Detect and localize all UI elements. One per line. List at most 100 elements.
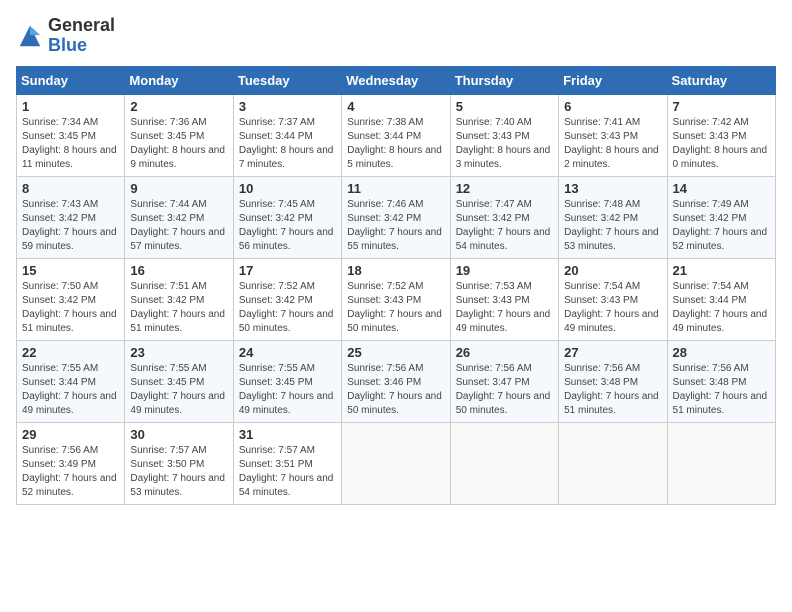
calendar-week-row: 15 Sunrise: 7:50 AM Sunset: 3:42 PM Dayl… bbox=[17, 258, 776, 340]
day-number: 17 bbox=[239, 263, 336, 278]
day-info: Sunrise: 7:51 AM Sunset: 3:42 PM Dayligh… bbox=[130, 280, 227, 336]
sunset-label: Sunset: 3:48 PM bbox=[564, 377, 638, 388]
day-number: 15 bbox=[22, 263, 119, 278]
sunset-label: Sunset: 3:44 PM bbox=[239, 131, 313, 142]
sunset-label: Sunset: 3:48 PM bbox=[673, 377, 747, 388]
daylight-label: Daylight: 8 hours and 9 minutes. bbox=[130, 145, 225, 170]
sunrise-label: Sunrise: 7:56 AM bbox=[456, 363, 532, 374]
sunrise-label: Sunrise: 7:45 AM bbox=[239, 199, 315, 210]
sunrise-label: Sunrise: 7:44 AM bbox=[130, 199, 206, 210]
calendar-day-cell: 8 Sunrise: 7:43 AM Sunset: 3:42 PM Dayli… bbox=[17, 176, 125, 258]
daylight-label: Daylight: 7 hours and 51 minutes. bbox=[564, 391, 659, 416]
calendar-day-cell: 5 Sunrise: 7:40 AM Sunset: 3:43 PM Dayli… bbox=[450, 94, 558, 176]
sunrise-label: Sunrise: 7:38 AM bbox=[347, 117, 423, 128]
sunrise-label: Sunrise: 7:34 AM bbox=[22, 117, 98, 128]
day-number: 1 bbox=[22, 99, 119, 114]
daylight-label: Daylight: 7 hours and 55 minutes. bbox=[347, 227, 442, 252]
sunset-label: Sunset: 3:42 PM bbox=[239, 213, 313, 224]
day-info: Sunrise: 7:56 AM Sunset: 3:48 PM Dayligh… bbox=[564, 362, 661, 418]
day-info: Sunrise: 7:52 AM Sunset: 3:42 PM Dayligh… bbox=[239, 280, 336, 336]
weekday-header-cell: Thursday bbox=[450, 66, 558, 94]
sunrise-label: Sunrise: 7:48 AM bbox=[564, 199, 640, 210]
day-number: 8 bbox=[22, 181, 119, 196]
day-info: Sunrise: 7:50 AM Sunset: 3:42 PM Dayligh… bbox=[22, 280, 119, 336]
sunset-label: Sunset: 3:42 PM bbox=[239, 295, 313, 306]
daylight-label: Daylight: 7 hours and 50 minutes. bbox=[347, 309, 442, 334]
sunset-label: Sunset: 3:44 PM bbox=[347, 131, 421, 142]
day-number: 4 bbox=[347, 99, 444, 114]
day-info: Sunrise: 7:47 AM Sunset: 3:42 PM Dayligh… bbox=[456, 198, 553, 254]
sunrise-label: Sunrise: 7:56 AM bbox=[347, 363, 423, 374]
day-number: 13 bbox=[564, 181, 661, 196]
daylight-label: Daylight: 8 hours and 2 minutes. bbox=[564, 145, 659, 170]
day-info: Sunrise: 7:41 AM Sunset: 3:43 PM Dayligh… bbox=[564, 116, 661, 172]
calendar-day-cell: 16 Sunrise: 7:51 AM Sunset: 3:42 PM Dayl… bbox=[125, 258, 233, 340]
daylight-label: Daylight: 8 hours and 7 minutes. bbox=[239, 145, 334, 170]
day-info: Sunrise: 7:45 AM Sunset: 3:42 PM Dayligh… bbox=[239, 198, 336, 254]
day-number: 30 bbox=[130, 427, 227, 442]
daylight-label: Daylight: 8 hours and 5 minutes. bbox=[347, 145, 442, 170]
daylight-label: Daylight: 7 hours and 54 minutes. bbox=[456, 227, 551, 252]
day-info: Sunrise: 7:36 AM Sunset: 3:45 PM Dayligh… bbox=[130, 116, 227, 172]
sunset-label: Sunset: 3:45 PM bbox=[130, 377, 204, 388]
sunrise-label: Sunrise: 7:52 AM bbox=[347, 281, 423, 292]
sunset-label: Sunset: 3:47 PM bbox=[456, 377, 530, 388]
logo-icon bbox=[16, 22, 44, 50]
calendar-day-cell: 14 Sunrise: 7:49 AM Sunset: 3:42 PM Dayl… bbox=[667, 176, 775, 258]
day-number: 9 bbox=[130, 181, 227, 196]
day-info: Sunrise: 7:42 AM Sunset: 3:43 PM Dayligh… bbox=[673, 116, 770, 172]
calendar-day-cell: 19 Sunrise: 7:53 AM Sunset: 3:43 PM Dayl… bbox=[450, 258, 558, 340]
day-info: Sunrise: 7:55 AM Sunset: 3:45 PM Dayligh… bbox=[239, 362, 336, 418]
daylight-label: Daylight: 7 hours and 51 minutes. bbox=[130, 309, 225, 334]
sunset-label: Sunset: 3:50 PM bbox=[130, 459, 204, 470]
sunset-label: Sunset: 3:43 PM bbox=[347, 295, 421, 306]
sunset-label: Sunset: 3:43 PM bbox=[456, 131, 530, 142]
sunset-label: Sunset: 3:42 PM bbox=[673, 213, 747, 224]
sunset-label: Sunset: 3:42 PM bbox=[456, 213, 530, 224]
calendar-day-cell: 27 Sunrise: 7:56 AM Sunset: 3:48 PM Dayl… bbox=[559, 340, 667, 422]
daylight-label: Daylight: 7 hours and 53 minutes. bbox=[564, 227, 659, 252]
sunset-label: Sunset: 3:43 PM bbox=[564, 131, 638, 142]
sunset-label: Sunset: 3:45 PM bbox=[239, 377, 313, 388]
day-info: Sunrise: 7:56 AM Sunset: 3:48 PM Dayligh… bbox=[673, 362, 770, 418]
calendar-day-cell: 21 Sunrise: 7:54 AM Sunset: 3:44 PM Dayl… bbox=[667, 258, 775, 340]
day-info: Sunrise: 7:54 AM Sunset: 3:43 PM Dayligh… bbox=[564, 280, 661, 336]
daylight-label: Daylight: 7 hours and 49 minutes. bbox=[22, 391, 117, 416]
day-number: 10 bbox=[239, 181, 336, 196]
daylight-label: Daylight: 7 hours and 49 minutes. bbox=[239, 391, 334, 416]
calendar-day-cell: 23 Sunrise: 7:55 AM Sunset: 3:45 PM Dayl… bbox=[125, 340, 233, 422]
sunset-label: Sunset: 3:49 PM bbox=[22, 459, 96, 470]
calendar-day-cell: 1 Sunrise: 7:34 AM Sunset: 3:45 PM Dayli… bbox=[17, 94, 125, 176]
sunset-label: Sunset: 3:42 PM bbox=[130, 213, 204, 224]
day-number: 28 bbox=[673, 345, 770, 360]
daylight-label: Daylight: 7 hours and 49 minutes. bbox=[564, 309, 659, 334]
sunset-label: Sunset: 3:43 PM bbox=[564, 295, 638, 306]
daylight-label: Daylight: 7 hours and 57 minutes. bbox=[130, 227, 225, 252]
weekday-header-cell: Wednesday bbox=[342, 66, 450, 94]
calendar-week-row: 1 Sunrise: 7:34 AM Sunset: 3:45 PM Dayli… bbox=[17, 94, 776, 176]
sunrise-label: Sunrise: 7:56 AM bbox=[564, 363, 640, 374]
sunrise-label: Sunrise: 7:42 AM bbox=[673, 117, 749, 128]
day-number: 14 bbox=[673, 181, 770, 196]
calendar-day-cell: 3 Sunrise: 7:37 AM Sunset: 3:44 PM Dayli… bbox=[233, 94, 341, 176]
day-number: 2 bbox=[130, 99, 227, 114]
calendar-day-cell: 9 Sunrise: 7:44 AM Sunset: 3:42 PM Dayli… bbox=[125, 176, 233, 258]
day-number: 5 bbox=[456, 99, 553, 114]
calendar-day-cell: 15 Sunrise: 7:50 AM Sunset: 3:42 PM Dayl… bbox=[17, 258, 125, 340]
day-number: 31 bbox=[239, 427, 336, 442]
sunrise-label: Sunrise: 7:54 AM bbox=[564, 281, 640, 292]
sunrise-label: Sunrise: 7:56 AM bbox=[22, 445, 98, 456]
day-info: Sunrise: 7:46 AM Sunset: 3:42 PM Dayligh… bbox=[347, 198, 444, 254]
daylight-label: Daylight: 7 hours and 52 minutes. bbox=[22, 473, 117, 498]
sunrise-label: Sunrise: 7:51 AM bbox=[130, 281, 206, 292]
day-number: 22 bbox=[22, 345, 119, 360]
day-info: Sunrise: 7:44 AM Sunset: 3:42 PM Dayligh… bbox=[130, 198, 227, 254]
calendar-day-cell: 30 Sunrise: 7:57 AM Sunset: 3:50 PM Dayl… bbox=[125, 422, 233, 504]
calendar-day-cell: 20 Sunrise: 7:54 AM Sunset: 3:43 PM Dayl… bbox=[559, 258, 667, 340]
sunset-label: Sunset: 3:43 PM bbox=[673, 131, 747, 142]
calendar-day-cell: 25 Sunrise: 7:56 AM Sunset: 3:46 PM Dayl… bbox=[342, 340, 450, 422]
sunset-label: Sunset: 3:42 PM bbox=[564, 213, 638, 224]
daylight-label: Daylight: 8 hours and 0 minutes. bbox=[673, 145, 768, 170]
sunrise-label: Sunrise: 7:37 AM bbox=[239, 117, 315, 128]
day-number: 29 bbox=[22, 427, 119, 442]
